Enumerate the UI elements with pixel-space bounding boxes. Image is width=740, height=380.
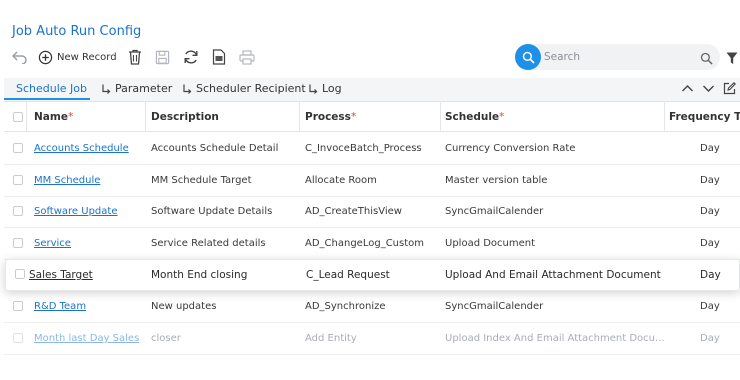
- table-row[interactable]: R&D Team New updates AD_Synchronize Sync…: [4, 292, 740, 323]
- table-row-highlighted[interactable]: Sales Target Month End closing C_Lead Re…: [5, 259, 740, 291]
- chevron-down-icon[interactable]: [702, 82, 715, 95]
- column-header-schedule[interactable]: Schedule*: [445, 111, 504, 123]
- table-row[interactable]: Service Service Related details AD_Chang…: [4, 229, 740, 260]
- tab-log[interactable]: Log: [308, 82, 342, 95]
- tab-schedule-job[interactable]: Schedule Job: [16, 82, 87, 95]
- row-process: AD_ChangeLog_Custom: [305, 238, 424, 249]
- trash-icon[interactable]: [125, 47, 145, 67]
- subtab-arrow-icon: [102, 84, 111, 94]
- row-schedule: SyncGmailCalender: [445, 206, 544, 217]
- table-header: Name* Description Process* Schedule* Fre…: [4, 102, 740, 132]
- row-schedule: Upload Document: [445, 238, 536, 249]
- search-button[interactable]: [515, 44, 541, 70]
- row-checkbox[interactable]: [13, 301, 23, 311]
- row-frequency: Day: [700, 301, 720, 312]
- save-icon[interactable]: [153, 47, 173, 67]
- row-schedule: Upload Index And Email Attachment Docu..…: [445, 333, 665, 344]
- row-schedule: SyncGmailCalender: [445, 301, 544, 312]
- row-name-link[interactable]: R&D Team: [34, 301, 86, 312]
- row-process: Allocate Room: [305, 175, 377, 186]
- row-frequency: Day: [700, 269, 721, 281]
- new-record-button[interactable]: New Record: [38, 50, 117, 65]
- row-description: MM Schedule Target: [151, 175, 252, 186]
- row-name-link[interactable]: Software Update: [34, 206, 117, 217]
- tab-scheduler-recipient[interactable]: Scheduler Recipient: [182, 82, 306, 95]
- row-schedule: Upload And Email Attachment Document: [445, 269, 661, 281]
- column-header-name[interactable]: Name*: [34, 111, 73, 123]
- row-name-link[interactable]: MM Schedule: [34, 175, 100, 186]
- tab-parameter[interactable]: Parameter: [101, 82, 172, 95]
- undo-icon[interactable]: [10, 47, 30, 67]
- tab-label: Log: [322, 82, 342, 95]
- row-checkbox[interactable]: [13, 238, 23, 248]
- column-header-description[interactable]: Description: [151, 111, 219, 123]
- subtab-arrow-icon: [183, 84, 192, 94]
- page-title: Job Auto Run Config: [12, 24, 142, 39]
- row-frequency: Day: [700, 333, 720, 344]
- row-process: AD_CreateThisView: [305, 206, 402, 217]
- row-process: C_InvoceBatch_Process: [305, 143, 422, 154]
- row-frequency: Day: [700, 238, 720, 249]
- row-description: Accounts Schedule Detail: [151, 143, 279, 154]
- column-divider: [26, 102, 27, 132]
- row-checkbox[interactable]: [13, 175, 23, 185]
- table-row[interactable]: Software Update Software Update Details …: [4, 197, 740, 228]
- tab-label: Scheduler Recipient: [196, 82, 306, 95]
- row-checkbox[interactable]: [13, 206, 23, 216]
- column-divider: [145, 102, 146, 132]
- search-box[interactable]: Search: [515, 44, 720, 70]
- row-name-link[interactable]: Month last Day Sales: [34, 333, 139, 344]
- table-row[interactable]: Accounts Schedule Accounts Schedule Deta…: [4, 134, 740, 165]
- row-description: closer: [151, 333, 181, 344]
- row-frequency: Day: [700, 206, 720, 217]
- table-row[interactable]: Month last Day Sales closer Add Entity U…: [4, 324, 740, 355]
- search-input[interactable]: Search: [544, 51, 580, 63]
- row-description: Month End closing: [151, 269, 248, 281]
- row-name-link[interactable]: Service: [34, 238, 71, 249]
- filter-icon[interactable]: [726, 50, 738, 69]
- row-schedule: Currency Conversion Rate: [445, 143, 576, 154]
- tab-tools: [681, 82, 736, 95]
- edit-icon[interactable]: [723, 82, 736, 95]
- column-divider: [299, 102, 300, 132]
- subtab-arrow-icon: [309, 84, 318, 94]
- row-description: Service Related details: [151, 238, 266, 249]
- toolbar: New Record: [10, 46, 257, 68]
- chevron-up-icon[interactable]: [681, 82, 694, 95]
- select-all-checkbox[interactable]: [13, 112, 23, 122]
- search-icon: [522, 51, 535, 64]
- row-checkbox[interactable]: [13, 333, 23, 343]
- column-divider: [664, 102, 665, 132]
- column-header-frequency[interactable]: Frequency T: [669, 111, 740, 123]
- row-process: AD_Synchronize: [305, 301, 386, 312]
- row-frequency: Day: [700, 143, 720, 154]
- row-process: C_Lead Request: [306, 269, 390, 281]
- plus-circle-icon: [38, 50, 53, 64]
- search-magnifier-icon[interactable]: [700, 50, 713, 69]
- column-header-process[interactable]: Process*: [305, 111, 356, 123]
- print-icon[interactable]: [237, 47, 257, 67]
- row-frequency: Day: [700, 175, 720, 186]
- row-process: Add Entity: [305, 333, 357, 344]
- row-description: New updates: [151, 301, 217, 312]
- row-name-link[interactable]: Sales Target: [29, 269, 93, 281]
- refresh-icon[interactable]: [181, 47, 201, 67]
- active-tab-indicator: [4, 98, 90, 100]
- row-checkbox[interactable]: [15, 269, 25, 279]
- export-icon[interactable]: [209, 47, 229, 67]
- new-record-label: New Record: [57, 51, 117, 63]
- row-name-link[interactable]: Accounts Schedule: [34, 143, 129, 154]
- row-schedule: Master version table: [445, 175, 548, 186]
- row-description: Software Update Details: [151, 206, 273, 217]
- table-row[interactable]: MM Schedule MM Schedule Target Allocate …: [4, 166, 740, 197]
- tab-bar: Schedule Job Parameter Scheduler Recipie…: [4, 78, 740, 102]
- column-divider: [440, 102, 441, 132]
- tab-label: Parameter: [115, 82, 173, 95]
- tab-label: Schedule Job: [16, 82, 88, 95]
- row-checkbox[interactable]: [13, 143, 23, 153]
